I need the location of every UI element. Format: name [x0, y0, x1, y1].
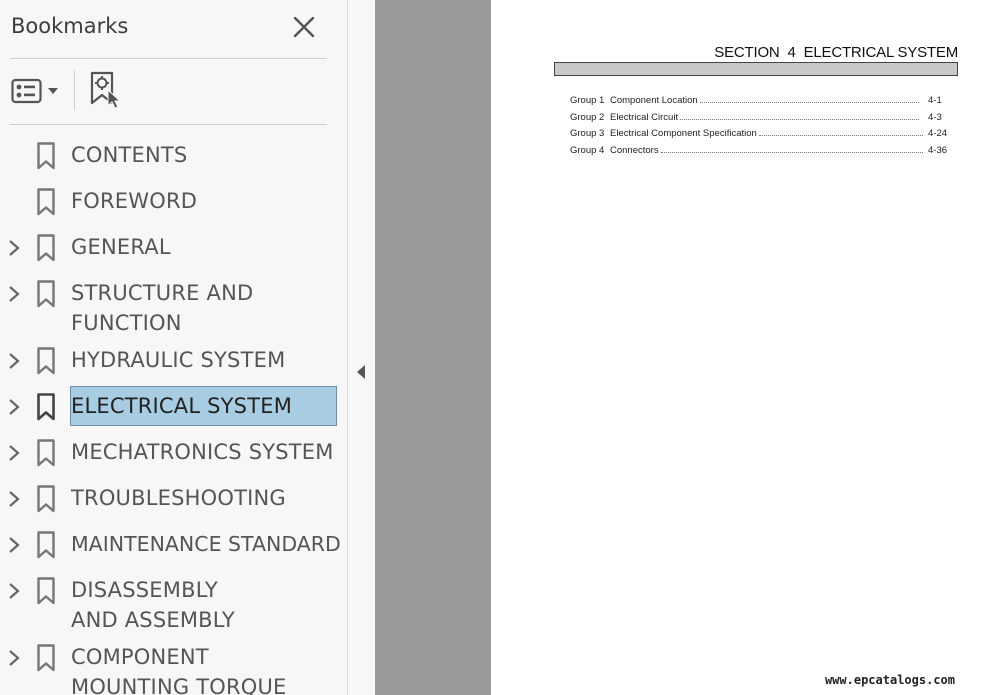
section-title: SECTION 4 ELECTRICAL SYSTEM: [714, 44, 958, 61]
section-title-bar: [554, 62, 958, 76]
watermark-text: www.epcatalogs.com: [824, 673, 955, 687]
toc-group-label: Group: [570, 111, 597, 123]
bookmark-icon: [37, 644, 55, 672]
bookmark-icon: [37, 280, 55, 308]
bookmark-icon: [37, 393, 55, 421]
bookmark-icon: [37, 142, 55, 170]
bookmark-label: MECHATRONICS SYSTEM: [71, 440, 334, 464]
toc-entry-name: Electrical Component Specification: [610, 128, 757, 139]
bookmark-options-button[interactable]: [11, 76, 61, 106]
viewer-background: [375, 0, 491, 695]
toc-leader-dots: [699, 102, 919, 103]
panel-divider: [10, 58, 327, 59]
bookmark-label: GENERAL: [71, 235, 171, 259]
toc-group-label: Group: [570, 128, 597, 139]
toc-page-number: 4-36: [928, 144, 948, 156]
bookmark-label: COMPONENT MOUNTING TORQUE: [71, 645, 287, 695]
chevron-right-icon[interactable]: [7, 398, 21, 416]
toc-row[interactable]: Group 2 Electrical Circuit 4-3: [570, 112, 954, 129]
panel-divider: [10, 124, 327, 125]
toc-row[interactable]: Group 1 Component Location 4-1: [570, 95, 954, 112]
toc-row[interactable]: Group 3 Electrical Component Specificati…: [570, 128, 954, 145]
toc-group-number: 4: [599, 144, 605, 156]
bookmark-label: CONTENTS: [71, 143, 188, 167]
bookmark-label: TROUBLESHOOTING: [71, 486, 286, 510]
toolbar-separator: [74, 70, 75, 110]
bookmark-label: STRUCTURE AND FUNCTION: [71, 281, 254, 335]
bookmark-label: MAINTENANCE STANDARD: [71, 532, 341, 556]
chevron-right-icon[interactable]: [7, 582, 21, 600]
toc-entry-name: Connectors: [610, 144, 659, 156]
table-of-contents: Group 1 Component Location 4-1 Group 2 E…: [570, 95, 954, 161]
bookmark-icon: [37, 234, 55, 262]
toc-leader-dots: [660, 151, 923, 153]
chevron-right-icon[interactable]: [7, 444, 21, 462]
toc-row[interactable]: Group 4 Connectors 4-36: [570, 145, 954, 162]
toc-group-label: Group: [570, 95, 597, 106]
chevron-right-icon[interactable]: [7, 536, 21, 554]
triangle-left-icon: [357, 365, 365, 379]
collapse-panel-button[interactable]: [348, 0, 374, 695]
bookmark-icon: [37, 439, 55, 467]
toc-group-label: Group: [570, 144, 597, 156]
toc-group-number: 3: [599, 128, 605, 139]
toc-page-number: 4-1: [928, 95, 942, 106]
find-current-bookmark-button[interactable]: [88, 70, 124, 110]
bookmarks-panel: Bookmarks CONTENTS FOREWORD GENERAL STRU…: [0, 0, 348, 695]
toc-leader-dots: [680, 118, 919, 120]
bookmark-label: ELECTRICAL SYSTEM: [71, 394, 293, 418]
chevron-right-icon[interactable]: [7, 490, 21, 508]
bookmark-icon: [37, 347, 55, 375]
chevron-right-icon[interactable]: [7, 352, 21, 370]
bookmark-icon: [37, 485, 55, 513]
close-panel-button[interactable]: [291, 14, 317, 40]
close-icon: [293, 16, 315, 38]
bookmark-icon: [37, 531, 55, 559]
bookmark-label: FOREWORD: [71, 189, 198, 213]
toc-group-number: 2: [599, 111, 605, 123]
document-page: SECTION 4 ELECTRICAL SYSTEM Group 1 Comp…: [491, 0, 1005, 695]
toc-entry-name: Electrical Circuit: [610, 111, 679, 123]
panel-title: Bookmarks: [11, 14, 129, 38]
chevron-right-icon[interactable]: [7, 285, 21, 303]
bookmark-icon: [37, 577, 55, 605]
toc-group-number: 1: [599, 95, 605, 106]
bookmark-icon: [37, 188, 55, 216]
toc-leader-dots: [758, 135, 923, 136]
bookmark-label: HYDRAULIC SYSTEM: [71, 348, 286, 372]
toc-page-number: 4-24: [928, 128, 948, 139]
bookmark-label: DISASSEMBLY AND ASSEMBLY: [71, 578, 235, 632]
toc-entry-name: Component Location: [610, 95, 698, 106]
bookmark-options-icon: [11, 78, 58, 104]
chevron-right-icon[interactable]: [7, 649, 21, 667]
find-current-bookmark-icon: [90, 71, 122, 109]
toc-page-number: 4-3: [928, 111, 942, 123]
chevron-right-icon[interactable]: [7, 239, 21, 257]
